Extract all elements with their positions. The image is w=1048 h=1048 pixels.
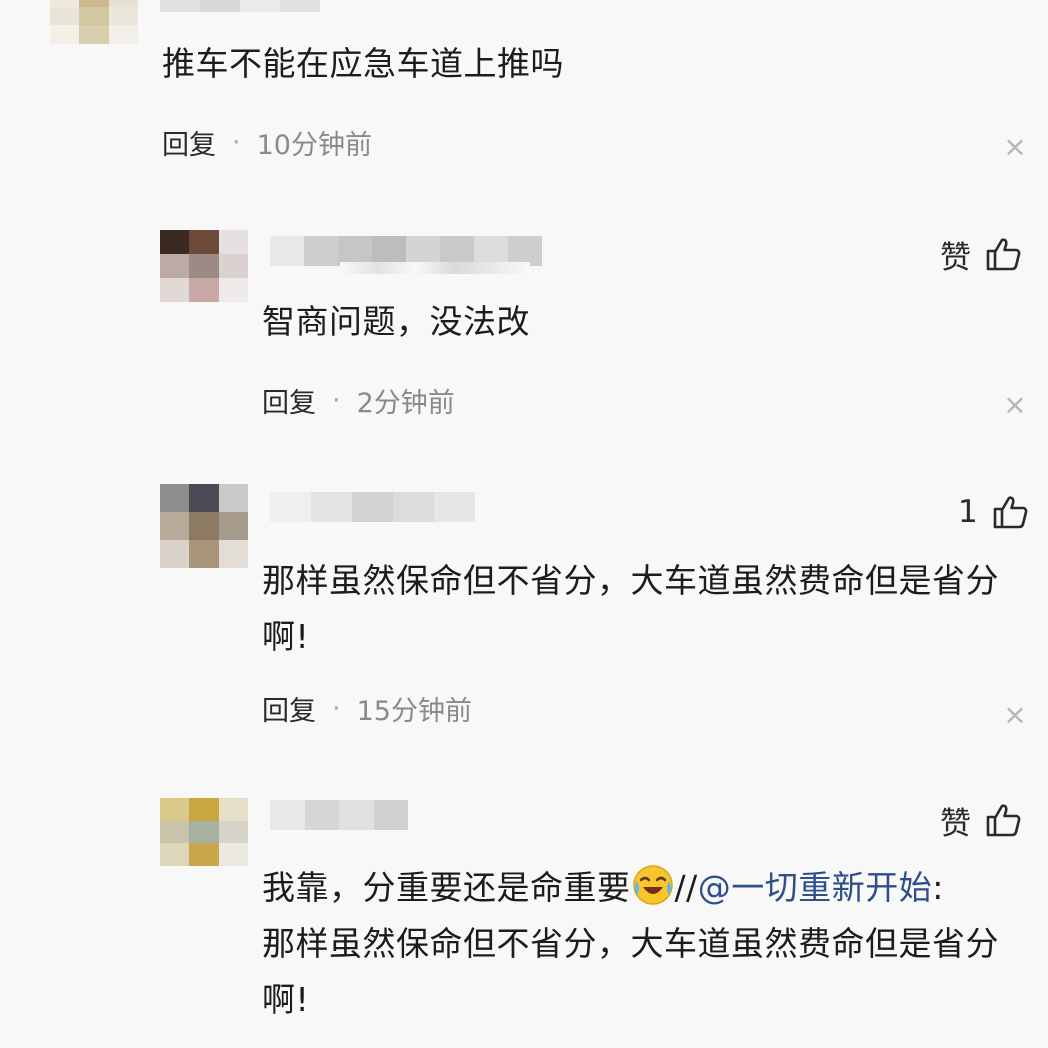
- username[interactable]: [270, 492, 475, 522]
- timestamp: 15分钟前: [356, 695, 472, 727]
- like-button[interactable]: 赞: [940, 798, 1021, 842]
- comment-text: 推车不能在应急车道上推吗: [162, 44, 564, 83]
- laughing-crying-emoji-icon: [631, 863, 675, 907]
- username[interactable]: [270, 800, 408, 830]
- thumbs-up-icon: [985, 236, 1021, 272]
- reply-button[interactable]: 回复: [262, 381, 316, 420]
- avatar[interactable]: [160, 798, 248, 866]
- comment-text: 智商问题，没法改: [262, 302, 530, 341]
- comment-meta: 回复 · 10分钟前: [162, 122, 372, 162]
- reply-button[interactable]: 回复: [262, 689, 316, 728]
- username-partial: [340, 262, 530, 274]
- like-button[interactable]: 1: [958, 490, 1028, 534]
- comment-text: 我靠，分重要还是命重要 //@一切重新开始: 那样虽然保命但不省分，大车道虽然费命…: [262, 860, 1042, 1028]
- timestamp: 2分钟前: [356, 387, 455, 419]
- quoted-line: 啊!: [262, 980, 310, 1019]
- like-label: 赞: [940, 239, 971, 276]
- repost-slashes: //: [674, 868, 698, 907]
- close-icon[interactable]: ×: [1000, 388, 1030, 421]
- like-label: 赞: [940, 805, 971, 842]
- username[interactable]: [160, 0, 320, 12]
- avatar[interactable]: [160, 230, 248, 302]
- mention-link[interactable]: @一切重新开始: [698, 868, 933, 907]
- comment-meta: 回复 · 15分钟前: [262, 688, 472, 728]
- comment-text: 那样虽然保命但不省分，大车道虽然费命但是省分 啊!: [262, 553, 1042, 665]
- reply-button[interactable]: 回复: [162, 123, 216, 162]
- colon: :: [932, 868, 944, 907]
- separator-dot: ·: [332, 692, 341, 724]
- comment-meta: 回复 · 2分钟前: [262, 380, 455, 420]
- thumbs-up-icon: [992, 494, 1028, 530]
- avatar[interactable]: [50, 0, 138, 44]
- separator-dot: ·: [332, 384, 341, 416]
- comment-main-text: 我靠，分重要还是命重要: [262, 868, 631, 907]
- like-count: 1: [958, 494, 978, 530]
- like-button[interactable]: 赞: [940, 232, 1021, 276]
- close-icon[interactable]: ×: [1000, 130, 1030, 163]
- comment-line: 啊!: [262, 617, 310, 656]
- separator-dot: ·: [232, 126, 241, 158]
- like-icon[interactable]: [960, 0, 1030, 8]
- avatar[interactable]: [160, 484, 248, 568]
- comment-line: 那样虽然保命但不省分，大车道虽然费命但是省分: [262, 561, 999, 600]
- thumbs-up-icon: [985, 802, 1021, 838]
- timestamp: 10分钟前: [256, 129, 372, 161]
- comment-line: 我靠，分重要还是命重要 //@一切重新开始:: [262, 860, 1042, 916]
- quoted-line: 那样虽然保命但不省分，大车道虽然费命但是省分: [262, 924, 999, 963]
- close-icon[interactable]: ×: [1000, 698, 1030, 731]
